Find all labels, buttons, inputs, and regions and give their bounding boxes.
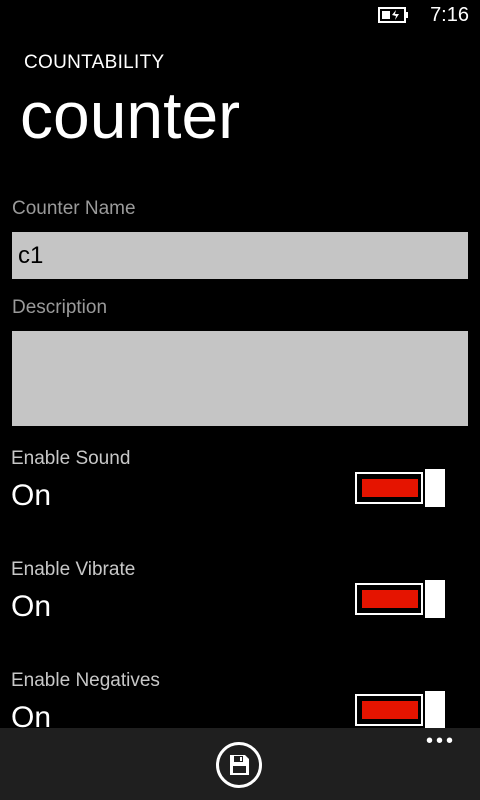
counter-name-input[interactable]: c1 bbox=[12, 232, 468, 279]
page-title: counter bbox=[20, 78, 241, 152]
description-input[interactable] bbox=[12, 331, 468, 426]
enable-vibrate-label: Enable Vibrate bbox=[11, 559, 136, 580]
app-bar: ••• bbox=[0, 728, 480, 800]
description-label: Description bbox=[12, 297, 108, 318]
toggle-thumb[interactable] bbox=[425, 691, 445, 729]
enable-vibrate-toggle[interactable] bbox=[355, 580, 445, 618]
enable-negatives-label: Enable Negatives bbox=[11, 670, 160, 691]
app-title: COUNTABILITY bbox=[24, 52, 165, 73]
enable-vibrate-state: On bbox=[11, 590, 52, 623]
toggle-fill bbox=[362, 701, 418, 719]
battery-charging-icon bbox=[378, 7, 408, 23]
save-button[interactable] bbox=[216, 742, 262, 788]
enable-sound-toggle[interactable] bbox=[355, 469, 445, 507]
toggle-fill bbox=[362, 479, 418, 497]
status-clock: 7:16 bbox=[430, 4, 469, 26]
toggle-thumb[interactable] bbox=[425, 469, 445, 507]
more-options-button[interactable]: ••• bbox=[426, 730, 456, 753]
enable-sound-label: Enable Sound bbox=[11, 448, 131, 469]
enable-negatives-toggle[interactable] bbox=[355, 691, 445, 729]
save-icon bbox=[230, 755, 249, 775]
toggle-thumb[interactable] bbox=[425, 580, 445, 618]
status-bar: 7:16 bbox=[0, 0, 480, 32]
counter-name-label: Counter Name bbox=[12, 198, 136, 219]
toggle-fill bbox=[362, 590, 418, 608]
enable-sound-state: On bbox=[11, 479, 52, 512]
